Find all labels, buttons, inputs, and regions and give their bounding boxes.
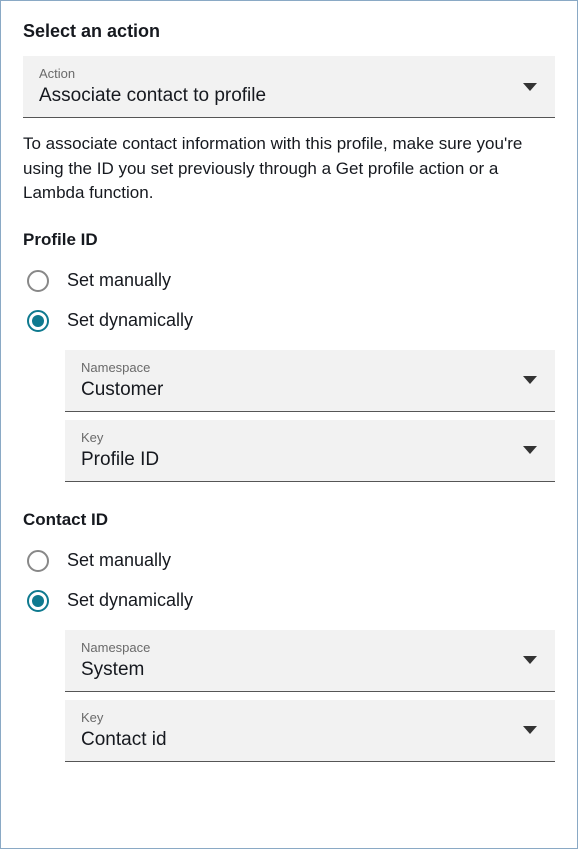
contact-id-radio-manual[interactable]: Set manually xyxy=(23,550,555,572)
contact-id-namespace-dropdown[interactable]: Namespace System xyxy=(65,630,555,692)
radio-label: Set manually xyxy=(67,550,171,571)
radio-unchecked-icon xyxy=(27,270,49,292)
dropdown-label: Namespace xyxy=(81,640,539,655)
dropdown-label: Key xyxy=(81,710,539,725)
action-dropdown-value: Associate contact to profile xyxy=(39,85,539,107)
contact-id-dynamic-fields: Namespace System Key Contact id xyxy=(65,630,555,762)
profile-id-radio-manual[interactable]: Set manually xyxy=(23,270,555,292)
radio-checked-icon xyxy=(27,310,49,332)
radio-label: Set dynamically xyxy=(67,590,193,611)
profile-id-radio-dynamic[interactable]: Set dynamically xyxy=(23,310,555,332)
contact-id-radio-dynamic[interactable]: Set dynamically xyxy=(23,590,555,612)
help-text: To associate contact information with th… xyxy=(23,132,555,206)
dropdown-value: Profile ID xyxy=(81,449,539,471)
dropdown-value: Customer xyxy=(81,379,539,401)
radio-unchecked-icon xyxy=(27,550,49,572)
chevron-down-icon xyxy=(523,656,537,664)
dropdown-label: Key xyxy=(81,430,539,445)
profile-id-key-dropdown[interactable]: Key Profile ID xyxy=(65,420,555,482)
contact-id-key-dropdown[interactable]: Key Contact id xyxy=(65,700,555,762)
radio-label: Set manually xyxy=(67,270,171,291)
profile-id-title: Profile ID xyxy=(23,230,555,250)
chevron-down-icon xyxy=(523,376,537,384)
dropdown-value: System xyxy=(81,659,539,681)
profile-id-dynamic-fields: Namespace Customer Key Profile ID xyxy=(65,350,555,482)
dropdown-value: Contact id xyxy=(81,729,539,751)
chevron-down-icon xyxy=(523,83,537,91)
contact-id-title: Contact ID xyxy=(23,510,555,530)
dropdown-label: Namespace xyxy=(81,360,539,375)
radio-label: Set dynamically xyxy=(67,310,193,331)
chevron-down-icon xyxy=(523,446,537,454)
page-title: Select an action xyxy=(23,21,555,42)
profile-id-namespace-dropdown[interactable]: Namespace Customer xyxy=(65,350,555,412)
chevron-down-icon xyxy=(523,726,537,734)
action-dropdown-label: Action xyxy=(39,66,539,81)
action-dropdown[interactable]: Action Associate contact to profile xyxy=(23,56,555,118)
profile-id-section: Profile ID Set manually Set dynamically … xyxy=(23,230,555,482)
radio-checked-icon xyxy=(27,590,49,612)
contact-id-section: Contact ID Set manually Set dynamically … xyxy=(23,510,555,762)
